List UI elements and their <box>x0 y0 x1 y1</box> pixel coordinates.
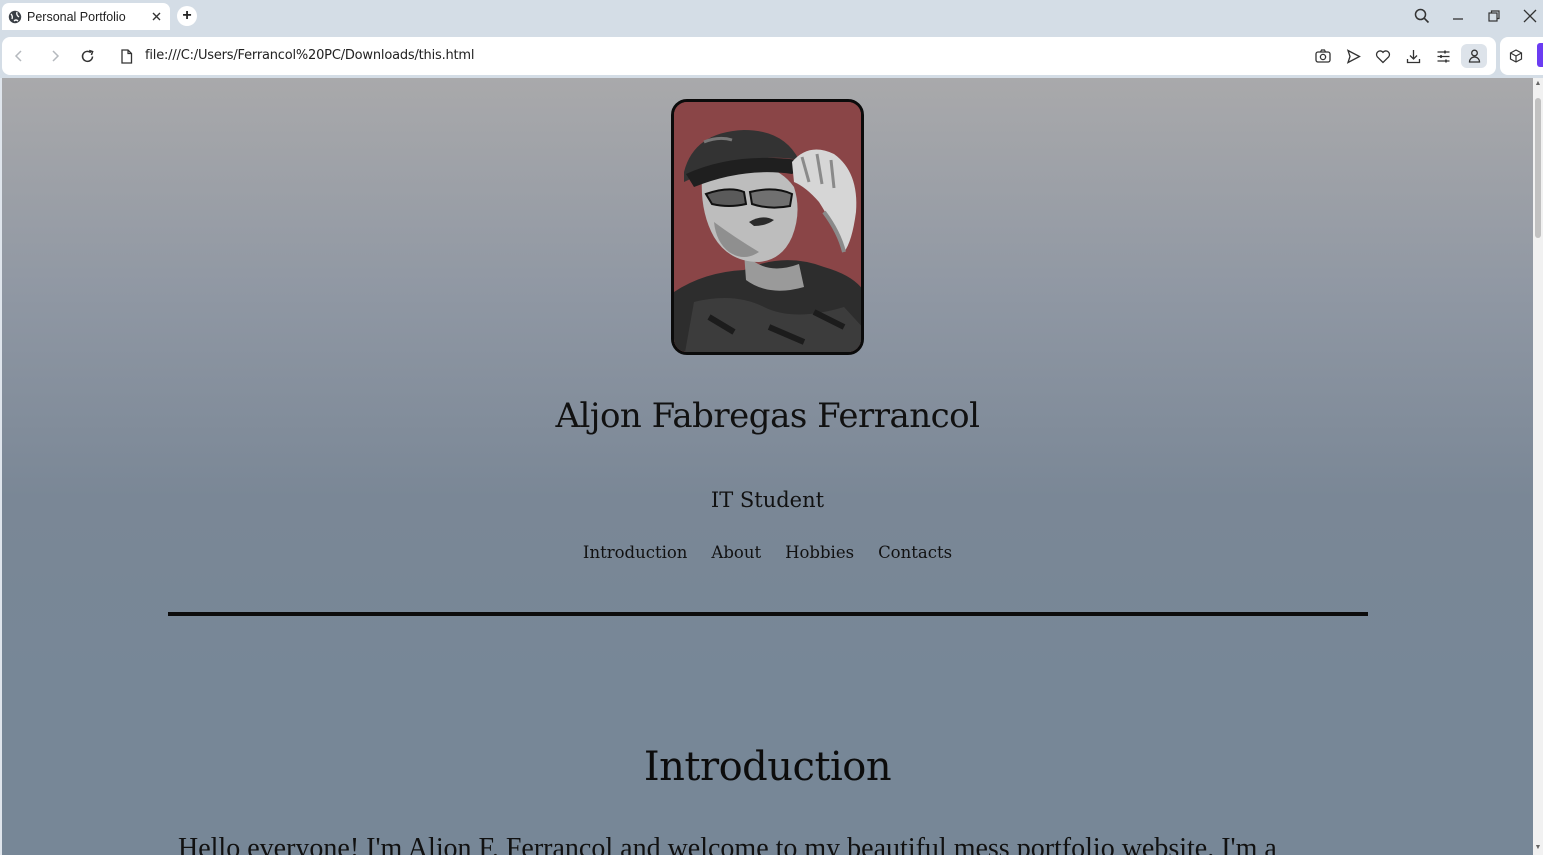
minimize-icon[interactable] <box>1443 4 1473 28</box>
extensions-panel <box>1500 37 1543 75</box>
page-viewport: Aljon Fabregas Ferrancol IT Student Intr… <box>2 78 1533 855</box>
nav-introduction[interactable]: Introduction <box>583 543 688 562</box>
globe-icon <box>8 10 22 24</box>
back-button[interactable] <box>8 45 30 67</box>
scroll-down-icon[interactable]: ▼ <box>1534 844 1542 852</box>
scroll-up-icon[interactable]: ▲ <box>1534 80 1542 88</box>
nav-contacts[interactable]: Contacts <box>878 543 952 562</box>
close-window-icon[interactable] <box>1515 4 1543 28</box>
tab-strip: Personal Portfolio + <box>0 0 1543 36</box>
nav-about[interactable]: About <box>711 543 761 562</box>
sidebar-accent <box>1537 43 1543 67</box>
introduction-heading: Introduction <box>643 744 892 790</box>
scrollbar-thumb[interactable] <box>1535 98 1541 238</box>
new-tab-button[interactable]: + <box>177 6 197 26</box>
person-name: Aljon Fabregas Ferrancol <box>555 396 980 436</box>
address-bar-container: file:///C:/Users/Ferrancol%20PC/Download… <box>2 37 1496 75</box>
section-divider <box>168 612 1368 616</box>
restore-icon[interactable] <box>1479 4 1509 28</box>
search-icon[interactable] <box>1407 4 1437 28</box>
forward-button[interactable] <box>44 45 66 67</box>
sliders-icon[interactable] <box>1433 46 1453 66</box>
main-nav: Introduction About Hobbies Contacts <box>2 543 1533 562</box>
camera-icon[interactable] <box>1313 46 1333 66</box>
introduction-text: Hello everyone! I'm Aljon F. Ferrancol a… <box>178 833 1277 855</box>
profile-icon[interactable] <box>1461 44 1487 68</box>
send-icon[interactable] <box>1343 46 1363 66</box>
person-role: IT Student <box>710 488 825 512</box>
reload-button[interactable] <box>76 45 98 67</box>
browser-toolbar: file:///C:/Users/Ferrancol%20PC/Download… <box>0 36 1543 78</box>
url-text[interactable]: file:///C:/Users/Ferrancol%20PC/Download… <box>145 48 475 63</box>
document-icon[interactable] <box>115 45 137 67</box>
profile-photo <box>671 99 864 355</box>
cube-icon[interactable] <box>1506 46 1526 66</box>
profile-photo-illustration <box>674 102 861 352</box>
tab-close-icon[interactable] <box>148 9 164 25</box>
nav-hobbies[interactable]: Hobbies <box>785 543 854 562</box>
browser-tab[interactable]: Personal Portfolio <box>2 3 170 30</box>
heart-icon[interactable] <box>1373 46 1393 66</box>
tab-title: Personal Portfolio <box>27 9 126 24</box>
page-scrollbar[interactable]: ▲ ▼ <box>1533 78 1543 855</box>
download-icon[interactable] <box>1403 46 1423 66</box>
